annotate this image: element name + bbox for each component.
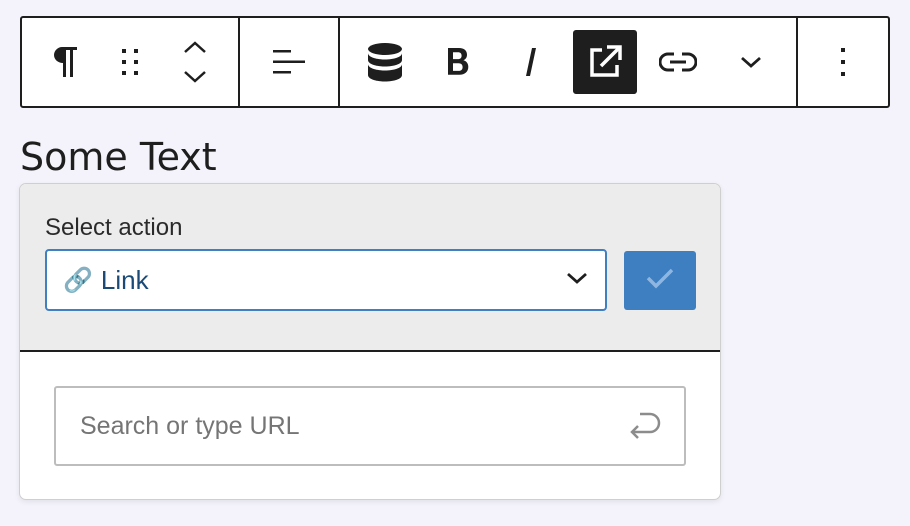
align-group: [240, 18, 340, 106]
database-button[interactable]: [353, 30, 417, 94]
italic-icon: [523, 47, 539, 77]
enter-return-icon[interactable]: [626, 408, 662, 445]
confirm-button[interactable]: [624, 251, 696, 310]
format-group: [340, 18, 798, 106]
url-search-input[interactable]: [78, 410, 626, 442]
link-emoji-icon: 🔗: [63, 266, 93, 294]
external-link-icon: [587, 44, 623, 80]
bold-button[interactable]: [426, 30, 490, 94]
action-select[interactable]: 🔗 Link: [45, 249, 607, 311]
more-formats-button[interactable]: [719, 30, 783, 94]
drag-handle-icon: [120, 47, 140, 77]
external-link-button[interactable]: [572, 30, 637, 94]
checkmark-icon: [645, 266, 675, 295]
bold-icon: [446, 47, 470, 77]
options-button[interactable]: [811, 30, 875, 94]
block-controls-group: [22, 18, 240, 106]
paragraph-button[interactable]: [33, 30, 97, 94]
link-button[interactable]: [646, 30, 710, 94]
select-action-label: Select action: [45, 214, 183, 241]
database-icon: [367, 42, 403, 82]
paragraph-block[interactable]: Some Text: [20, 134, 217, 180]
drag-handle-button[interactable]: [98, 30, 162, 94]
chevron-down-icon: [739, 55, 763, 69]
move-up-down-button[interactable]: [163, 30, 227, 94]
align-button[interactable]: [257, 30, 321, 94]
link-action-popover: Select action 🔗 Link: [19, 183, 721, 500]
link-icon: [658, 51, 697, 73]
more-options-icon: [839, 46, 847, 78]
align-left-icon: [272, 48, 306, 76]
italic-button[interactable]: [499, 30, 563, 94]
action-selector-panel: Select action 🔗 Link: [20, 184, 720, 352]
options-group: [798, 18, 888, 106]
block-toolbar: [20, 16, 890, 108]
paragraph-icon: [50, 45, 80, 79]
action-select-value: Link: [100, 264, 149, 295]
chevron-down-icon: [565, 271, 589, 290]
url-search-field[interactable]: [54, 386, 686, 466]
move-up-down-icon: [182, 40, 208, 84]
